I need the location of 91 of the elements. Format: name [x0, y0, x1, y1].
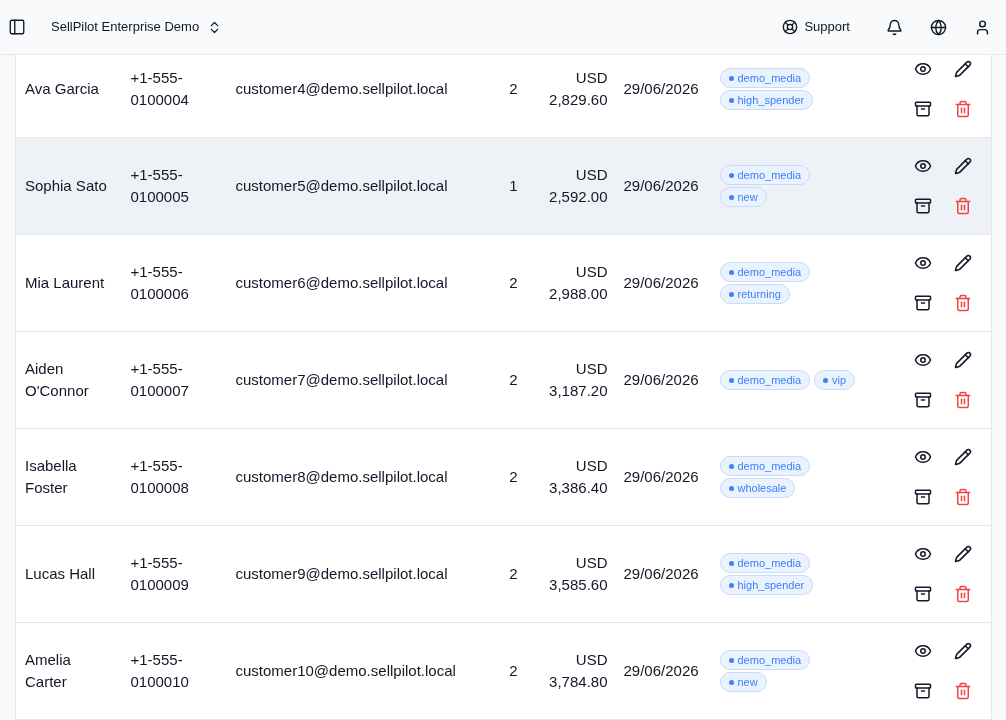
- globe-icon: [929, 18, 947, 36]
- trash-icon: [953, 585, 972, 603]
- archive-icon: [913, 197, 932, 215]
- date-value: 29/06/2026: [623, 78, 699, 99]
- customer-name: Amelia Carter: [25, 649, 72, 692]
- phone-number: +1-555-0100007: [130, 358, 190, 401]
- count-value: 1: [509, 175, 518, 196]
- trash-icon: [953, 197, 972, 215]
- count-value: 2: [509, 466, 518, 487]
- pencil-icon: [953, 448, 972, 466]
- customer-name: Ava Garcia: [25, 78, 99, 99]
- tag-label: vip: [832, 374, 847, 386]
- amount-value: USD 3,585.60: [548, 552, 608, 595]
- trash-icon: [953, 682, 972, 700]
- tag-label: demo_media: [737, 169, 802, 181]
- email-address: customer7@demo.sellpilot.local: [235, 369, 448, 390]
- eye-icon: [913, 157, 932, 175]
- sidebar-icon: [8, 18, 26, 36]
- archive-icon: [913, 100, 932, 118]
- date-value: 29/06/2026: [623, 369, 699, 390]
- email-address: customer9@demo.sellpilot.local: [235, 563, 448, 584]
- date-value: 29/06/2026: [623, 563, 699, 584]
- tag-label: new: [737, 191, 758, 203]
- eye-icon: [913, 642, 932, 660]
- email-address: customer10@demo.sellpilot.local: [235, 660, 456, 681]
- tag-label: demo_media: [737, 557, 802, 569]
- email-address: customer8@demo.sellpilot.local: [235, 466, 448, 487]
- trash-icon: [953, 294, 972, 312]
- date-value: 29/06/2026: [623, 660, 699, 681]
- amount-value: USD 2,988.00: [548, 261, 608, 304]
- tag-label: demo_media: [737, 374, 802, 386]
- customer-name: Isabella Foster: [25, 455, 78, 498]
- archive-icon: [913, 585, 932, 603]
- eye-icon: [913, 545, 932, 563]
- count-value: 2: [509, 369, 518, 390]
- date-value: 29/06/2026: [623, 175, 699, 196]
- support-button[interactable]: Support: [774, 9, 858, 45]
- pencil-icon: [953, 351, 972, 369]
- email-address: customer6@demo.sellpilot.local: [235, 272, 448, 293]
- count-value: 2: [509, 78, 518, 99]
- phone-number: +1-555-0100010: [130, 649, 190, 692]
- eye-icon: [913, 60, 932, 78]
- tag-label: demo_media: [737, 72, 802, 84]
- amount-value: USD 3,386.40: [548, 455, 608, 498]
- phone-number: +1-555-0100006: [130, 261, 190, 304]
- tag-label: demo_media: [737, 460, 802, 472]
- date-value: 29/06/2026: [623, 272, 699, 293]
- eye-icon: [913, 254, 932, 272]
- amount-value: USD 2,592.00: [548, 164, 608, 207]
- customer-name: Sophia Sato: [25, 175, 107, 196]
- date-value: 29/06/2026: [623, 466, 699, 487]
- tag-label: demo_media: [737, 266, 802, 278]
- phone-number: +1-555-0100004: [130, 67, 190, 110]
- email-address: customer5@demo.sellpilot.local: [235, 175, 448, 196]
- tag-label: high_spender: [737, 579, 805, 591]
- count-value: 2: [509, 563, 518, 584]
- phone-number: +1-555-0100009: [130, 552, 190, 595]
- tag-label: demo_media: [737, 654, 802, 666]
- tag-label: returning: [737, 288, 781, 300]
- phone-number: +1-555-0100008: [130, 455, 190, 498]
- pencil-icon: [953, 642, 972, 660]
- pencil-icon: [953, 60, 972, 78]
- trash-icon: [953, 488, 972, 506]
- customer-name: Mia Laurent: [25, 272, 105, 293]
- tag-label: wholesale: [737, 482, 787, 494]
- bell-icon: [885, 18, 903, 36]
- sidebar-toggle-button[interactable]: [8, 18, 26, 36]
- trash-icon: [953, 100, 972, 118]
- workspace-switcher[interactable]: SellPilot Enterprise Demo: [51, 17, 223, 37]
- eye-icon: [913, 448, 932, 466]
- lifebuoy-icon: [782, 19, 799, 35]
- amount-value: USD 3,187.20: [548, 358, 608, 401]
- archive-icon: [913, 391, 932, 409]
- eye-icon: [913, 351, 932, 369]
- count-value: 2: [509, 272, 518, 293]
- pencil-icon: [953, 157, 972, 175]
- count-value: 2: [509, 660, 518, 681]
- archive-icon: [913, 682, 932, 700]
- customer-name: Lucas Hall: [25, 563, 96, 584]
- customer-name: Aiden O'Connor: [25, 358, 90, 401]
- tag-label: high_spender: [737, 94, 805, 106]
- pencil-icon: [953, 545, 972, 563]
- pencil-icon: [953, 254, 972, 272]
- trash-icon: [953, 391, 972, 409]
- archive-icon: [913, 488, 932, 506]
- email-address: customer4@demo.sellpilot.local: [235, 78, 448, 99]
- tag-label: new: [737, 676, 758, 688]
- archive-icon: [913, 294, 932, 312]
- amount-value: USD 2,829.60: [548, 67, 608, 110]
- amount-value: USD 3,784.80: [548, 649, 608, 692]
- phone-number: +1-555-0100005: [130, 164, 190, 207]
